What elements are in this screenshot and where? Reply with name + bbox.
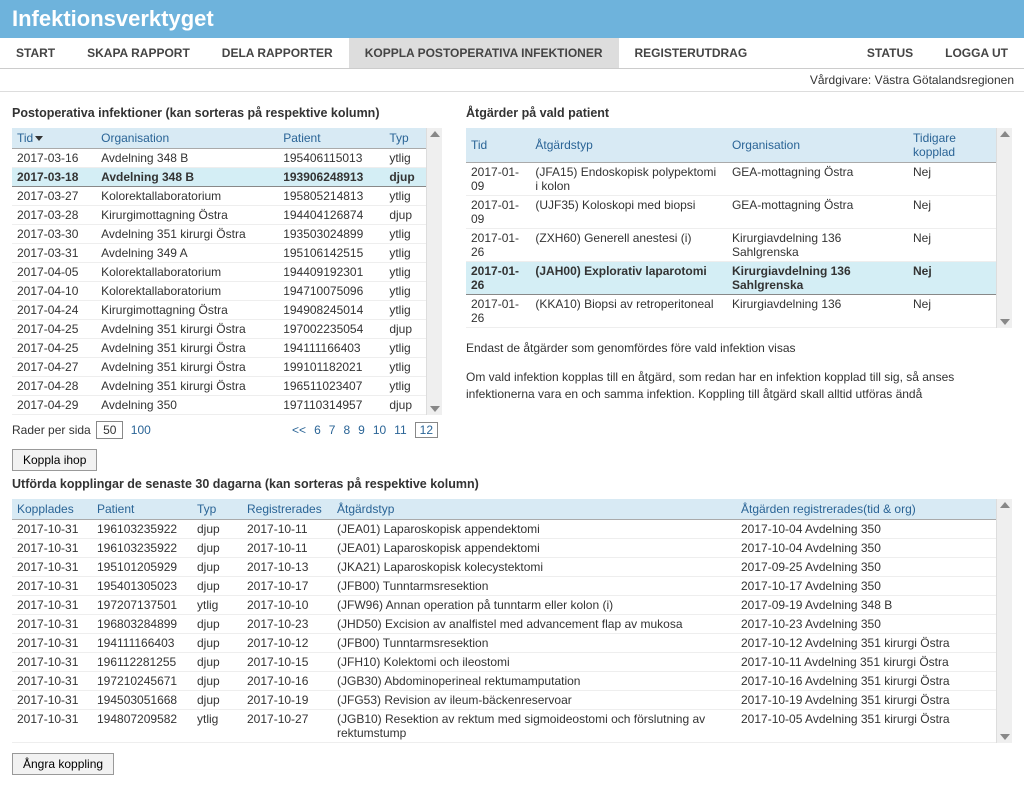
help-text-2: Om vald infektion kopplas till en åtgärd… (466, 369, 1012, 403)
table-row[interactable]: 2017-03-16Avdelning 348 B195406115013ytl… (12, 149, 426, 168)
page-link[interactable]: 10 (373, 423, 386, 437)
page-link[interactable]: << (292, 423, 306, 437)
rows-per-page-100[interactable]: 100 (131, 423, 151, 437)
bcol-atgardstyp[interactable]: Åtgärdstyp (332, 499, 736, 520)
page-link[interactable]: 9 (358, 423, 365, 437)
table-row[interactable]: 2017-04-25Avdelning 351 kirurgi Östra194… (12, 339, 426, 358)
table-row[interactable]: 2017-01-26(JAH00) Explorativ laparotomiK… (466, 262, 996, 295)
table-row[interactable]: 2017-04-29Avdelning 350197110314957djup (12, 396, 426, 415)
scrollbar[interactable] (996, 128, 1012, 328)
col-tid[interactable]: Tid (12, 128, 96, 149)
left-section-title: Postoperativa infektioner (kan sorteras … (12, 106, 442, 120)
table-row[interactable]: 2017-01-09(JFA15) Endoskopisk polypektom… (466, 163, 996, 196)
nav-koppla-postop[interactable]: KOPPLA POSTOPERATIVA INFEKTIONER (349, 38, 619, 68)
table-row[interactable]: 2017-04-24Kirurgimottagning Östra1949082… (12, 301, 426, 320)
couplings-table: Kopplades Patient Typ Registrerades Åtgä… (12, 499, 996, 743)
actions-table: Tid Åtgärdstyp Organisation Tidigare kop… (466, 128, 996, 328)
page-link[interactable]: 11 (394, 423, 406, 437)
nav-skapa-rapport[interactable]: SKAPA RAPPORT (71, 38, 206, 68)
table-row[interactable]: 2017-03-31Avdelning 349 A195106142515ytl… (12, 244, 426, 263)
bcol-atg-registrerades[interactable]: Åtgärden registrerades(tid & org) (736, 499, 996, 520)
table-row[interactable]: 2017-03-27Kolorektallaboratorium19580521… (12, 187, 426, 206)
main-nav: START SKAPA RAPPORT DELA RAPPORTER KOPPL… (0, 38, 1024, 69)
scrollbar[interactable] (426, 128, 442, 415)
rows-per-page-label: Rader per sida (12, 423, 91, 437)
table-row[interactable]: 2017-01-26(KKA10) Biopsi av retroperiton… (466, 295, 996, 328)
table-row[interactable]: 2017-10-31196803284899djup2017-10-23(JHD… (12, 615, 996, 634)
col-typ[interactable]: Typ (384, 128, 426, 149)
table-row[interactable]: 2017-10-31195401305023djup2017-10-17(JFB… (12, 577, 996, 596)
table-row[interactable]: 2017-04-05Kolorektallaboratorium19440919… (12, 263, 426, 282)
table-row[interactable]: 2017-04-28Avdelning 351 kirurgi Östra196… (12, 377, 426, 396)
col-organisation[interactable]: Organisation (96, 128, 278, 149)
table-row[interactable]: 2017-10-31194503051668djup2017-10-19(JFG… (12, 691, 996, 710)
table-row[interactable]: 2017-03-18Avdelning 348 B193906248913dju… (12, 168, 426, 187)
page-link[interactable]: 8 (343, 423, 350, 437)
page-link[interactable]: 6 (314, 423, 321, 437)
table-row[interactable]: 2017-10-31197210245671djup2017-10-16(JGB… (12, 672, 996, 691)
provider-label: Vårdgivare: Västra Götalandsregionen (0, 69, 1024, 92)
table-row[interactable]: 2017-01-09(UJF35) Koloskopi med biopsiGE… (466, 196, 996, 229)
table-row[interactable]: 2017-01-26(ZXH60) Generell anestesi (i)K… (466, 229, 996, 262)
acol-atgardstyp[interactable]: Åtgärdstyp (530, 128, 727, 163)
nav-registerutdrag[interactable]: REGISTERUTDRAG (619, 38, 764, 68)
table-row[interactable]: 2017-10-31196103235922djup2017-10-11(JEA… (12, 520, 996, 539)
acol-organisation[interactable]: Organisation (727, 128, 908, 163)
bcol-kopplades[interactable]: Kopplades (12, 499, 92, 520)
table-row[interactable]: 2017-10-31194807209582ytlig2017-10-27(JG… (12, 710, 996, 743)
nav-start[interactable]: START (0, 38, 71, 68)
pager: Rader per sida 50 100 << 6789 10 11 12 (12, 421, 442, 439)
table-row[interactable]: 2017-04-27Avdelning 351 kirurgi Östra199… (12, 358, 426, 377)
nav-logga-ut[interactable]: LOGGA UT (929, 38, 1024, 68)
page-link[interactable]: 12 (415, 422, 438, 438)
table-row[interactable]: 2017-10-31195101205929djup2017-10-13(JKA… (12, 558, 996, 577)
koppla-ihop-button[interactable]: Koppla ihop (12, 449, 97, 471)
bcol-typ[interactable]: Typ (192, 499, 242, 520)
app-title: Infektionsverktyget (0, 0, 1024, 38)
table-row[interactable]: 2017-10-31196103235922djup2017-10-11(JEA… (12, 539, 996, 558)
help-text-1: Endast de åtgärder som genomfördes före … (466, 340, 1012, 357)
table-row[interactable]: 2017-04-25Avdelning 351 kirurgi Östra197… (12, 320, 426, 339)
acol-tidigare[interactable]: Tidigare kopplad (908, 128, 996, 163)
acol-tid[interactable]: Tid (466, 128, 530, 163)
right-section-title: Åtgärder på vald patient (466, 106, 1012, 120)
table-row[interactable]: 2017-10-31197207137501ytlig2017-10-10(JF… (12, 596, 996, 615)
page-link[interactable]: 7 (329, 423, 336, 437)
angra-koppling-button[interactable]: Ångra koppling (12, 753, 114, 775)
bottom-section-title: Utförda kopplingar de senaste 30 dagarna… (12, 477, 1012, 491)
bcol-patient[interactable]: Patient (92, 499, 192, 520)
infections-table: Tid Organisation Patient Typ 2017-03-16A… (12, 128, 426, 415)
table-row[interactable]: 2017-03-30Avdelning 351 kirurgi Östra193… (12, 225, 426, 244)
rows-per-page-50[interactable]: 50 (96, 421, 123, 439)
col-patient[interactable]: Patient (278, 128, 384, 149)
nav-status[interactable]: STATUS (851, 38, 929, 68)
table-row[interactable]: 2017-04-10Kolorektallaboratorium19471007… (12, 282, 426, 301)
table-row[interactable]: 2017-03-28Kirurgimottagning Östra1944041… (12, 206, 426, 225)
table-row[interactable]: 2017-10-31194111166403djup2017-10-12(JFB… (12, 634, 996, 653)
scrollbar[interactable] (996, 499, 1012, 743)
bcol-registrerades[interactable]: Registrerades (242, 499, 332, 520)
table-row[interactable]: 2017-10-31196112281255djup2017-10-15(JFH… (12, 653, 996, 672)
nav-dela-rapporter[interactable]: DELA RAPPORTER (206, 38, 349, 68)
sort-desc-icon (35, 136, 43, 141)
